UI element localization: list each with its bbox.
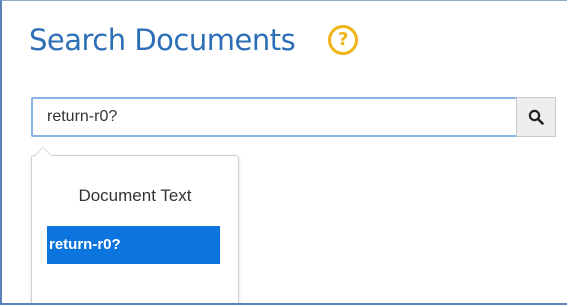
search-input[interactable]: [31, 97, 516, 137]
page-title: Search Documents: [29, 23, 296, 57]
suggestions-dropdown: Document Text return-r0?: [31, 155, 239, 303]
help-icon[interactable]: ?: [328, 25, 359, 55]
title-row: Search Documents ?: [29, 23, 359, 57]
suggestion-item[interactable]: return-r0?: [47, 226, 220, 264]
search-icon: [528, 109, 544, 125]
search-bar: [31, 97, 556, 137]
window-frame: Search Documents ? Document Text return-…: [0, 0, 567, 305]
dropdown-caret-fill: [35, 148, 51, 156]
search-button[interactable]: [516, 97, 556, 137]
suggestions-header: Document Text: [78, 186, 192, 205]
